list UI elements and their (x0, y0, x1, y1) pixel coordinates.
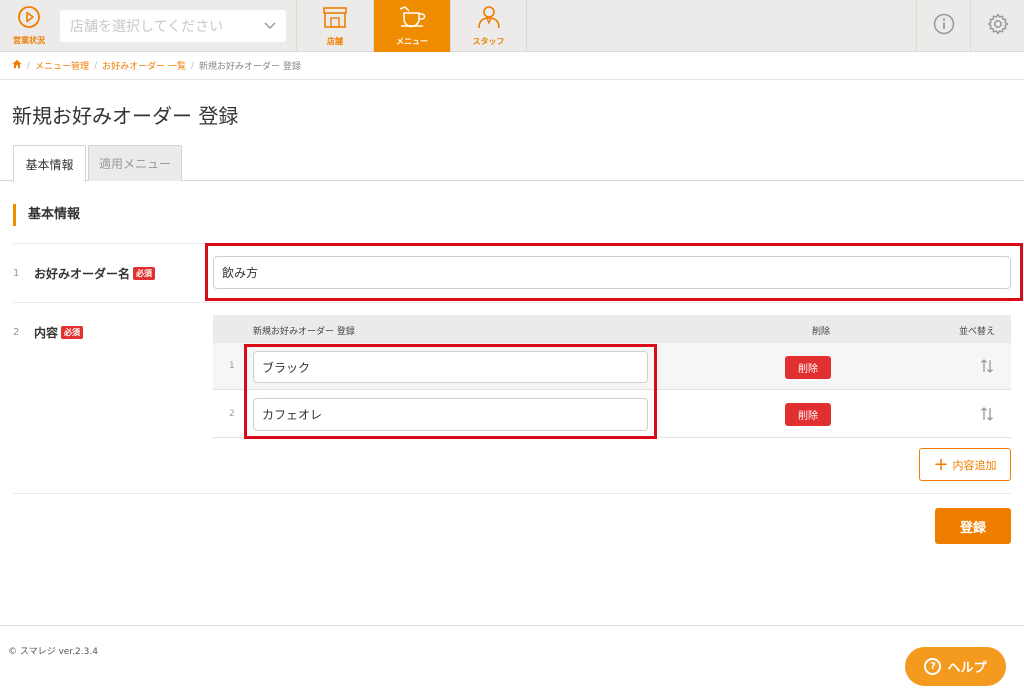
required-badge: 必須 (61, 326, 84, 339)
tab-bar: 基本情報 適用メニュー (0, 145, 1024, 182)
info-button[interactable] (916, 0, 970, 52)
column-header-delete: 削除 (812, 327, 831, 337)
required-badge: 必須 (133, 267, 156, 280)
nav-label: メニュー (396, 37, 428, 46)
register-button[interactable]: 登録 (935, 508, 1011, 544)
content-item-input[interactable]: ブラック (253, 351, 648, 383)
tab-basic-info[interactable]: 基本情報 (13, 145, 86, 182)
cup-icon (397, 5, 427, 33)
field-label-text: お好みオーダー名 (34, 267, 131, 281)
business-status-label: 営業状況 (13, 36, 45, 45)
header-utility-icons (916, 0, 1024, 52)
nav-label: スタッフ (472, 37, 505, 46)
row-number: 2 (229, 409, 235, 419)
breadcrumb-current: 新規お好みオーダー 登録 (199, 62, 301, 72)
breadcrumb-separator: / (190, 60, 195, 71)
breadcrumb-separator: / (94, 60, 98, 71)
breadcrumb: / メニュー管理 / お好みオーダー 一覧 / 新規お好みオーダー 登録 (0, 52, 1024, 80)
sort-arrows-icon[interactable] (980, 406, 994, 426)
info-icon (933, 13, 955, 39)
store-select-placeholder: 店舗を選択してください (70, 19, 224, 35)
section-title: 基本情報 (13, 204, 80, 226)
help-label: ヘルプ (947, 661, 987, 676)
help-button[interactable]: ? ヘルプ (905, 647, 1006, 686)
content-item-input[interactable]: カフェオレ (253, 398, 648, 431)
tab-applied-menu[interactable]: 適用メニュー (88, 145, 182, 181)
content-table-header: 新規お好みオーダー 登録 削除 並べ替え (213, 315, 1011, 343)
divider (13, 493, 1011, 494)
breadcrumb-link[interactable]: メニュー管理 (35, 59, 89, 72)
row-number: 1 (229, 361, 235, 371)
field-number: 1 (13, 268, 20, 279)
store-select[interactable]: 店舗を選択してください (60, 10, 286, 42)
divider (13, 302, 1011, 303)
play-circle-icon (17, 5, 41, 33)
chevron-down-icon (264, 20, 276, 33)
add-content-button[interactable]: + 内容追加 (919, 448, 1011, 481)
nav-label: 店舗 (327, 37, 343, 46)
column-header-name: 新規お好みオーダー 登録 (253, 327, 355, 337)
field-label-text: 内容 (34, 326, 59, 340)
sort-arrows-icon[interactable] (980, 358, 994, 378)
page-title: 新規お好みオーダー 登録 (12, 104, 239, 128)
footer-divider (0, 625, 1024, 626)
top-header: 営業状況 店舗を選択してください 店舗 メニュー スタッフ (0, 0, 1024, 52)
store-icon (321, 5, 349, 33)
delete-button[interactable]: 削除 (785, 403, 831, 426)
gear-icon (987, 13, 1009, 39)
staff-icon (476, 5, 502, 33)
nav-item-staff[interactable]: スタッフ (450, 0, 527, 52)
field-number: 2 (13, 327, 20, 338)
breadcrumb-separator: / (27, 60, 31, 71)
delete-button[interactable]: 削除 (785, 356, 831, 379)
add-content-label: 内容追加 (952, 458, 997, 472)
order-name-input[interactable]: 飲み方 (213, 256, 1011, 289)
nav-item-menu[interactable]: メニュー (373, 0, 450, 52)
nav-item-store[interactable]: 店舗 (296, 0, 373, 52)
business-status-button[interactable]: 営業状況 (0, 0, 58, 51)
field-label-content: 内容 必須 (34, 324, 84, 341)
settings-button[interactable] (970, 0, 1024, 52)
question-icon: ? (924, 658, 942, 675)
plus-icon: + (933, 453, 949, 475)
home-icon[interactable] (12, 59, 22, 72)
column-header-sort: 並べ替え (959, 327, 996, 337)
main-nav: 店舗 メニュー スタッフ (296, 0, 527, 52)
copyright: © スマレジ ver.2.3.4 (8, 647, 98, 657)
breadcrumb-link[interactable]: お好みオーダー 一覧 (102, 59, 186, 72)
field-label-order-name: お好みオーダー名 必須 (34, 265, 156, 282)
